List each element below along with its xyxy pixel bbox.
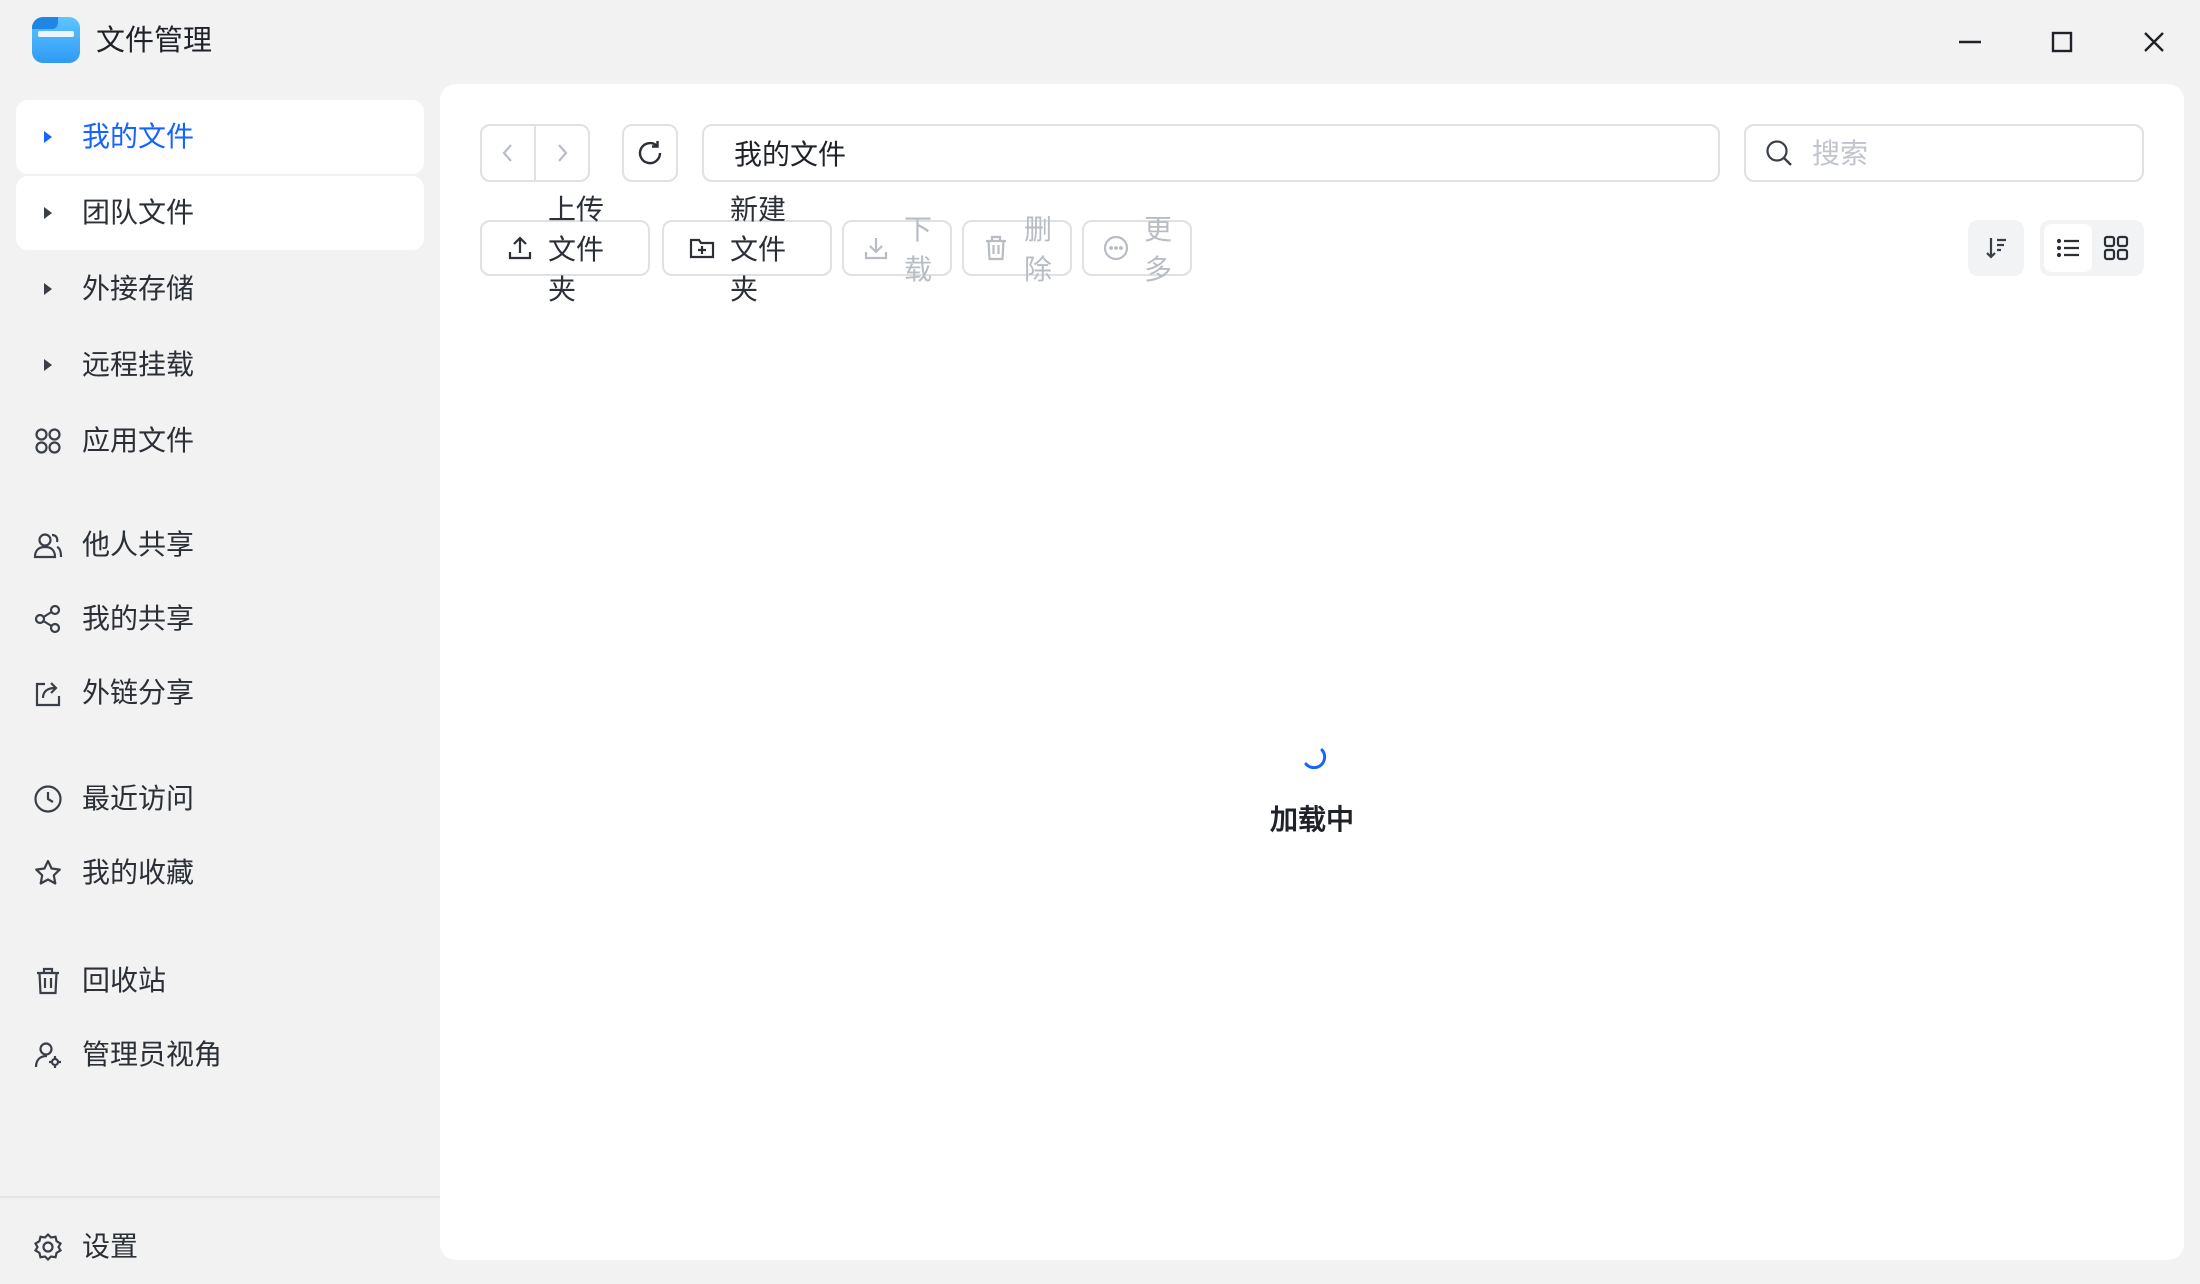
refresh-button[interactable] [622, 124, 678, 182]
sidebar-item-link-shares[interactable]: 外链分享 [16, 656, 424, 730]
loading-text: 加载中 [1269, 803, 1354, 836]
sort-icon [1986, 238, 2006, 259]
sidebar-item-label: 外接存储 [82, 272, 195, 305]
download-label: 下载 [904, 213, 933, 286]
apps-grid-icon [32, 425, 64, 457]
grid-icon [2103, 235, 2129, 261]
sidebar-item-label: 我的收藏 [82, 856, 195, 889]
new-folder-button[interactable]: 新建文件夹 [662, 193, 832, 306]
sort-button[interactable] [1968, 220, 2024, 276]
users-icon [32, 529, 64, 561]
sidebar-item-remote-mount[interactable]: 远程挂载 [16, 328, 424, 402]
delete-label: 删除 [1024, 213, 1053, 286]
refresh-icon [638, 141, 662, 165]
search-box[interactable] [1744, 124, 2144, 182]
delete-button[interactable]: 删除 [962, 213, 1072, 286]
trash-icon [982, 234, 1010, 262]
more-label: 更多 [1144, 213, 1173, 286]
sidebar-item-label: 我的文件 [82, 120, 195, 153]
back-button[interactable] [482, 126, 534, 180]
sidebar-item-label: 应用文件 [82, 424, 195, 457]
sidebar-item-label: 外链分享 [82, 676, 195, 709]
sidebar-item-team-files[interactable]: 团队文件 [16, 176, 424, 250]
sidebar-item-favorites[interactable]: 我的收藏 [16, 836, 424, 910]
spinner-icon [1304, 748, 1327, 770]
sidebar-item-my-files[interactable]: 我的文件 [16, 100, 424, 174]
sidebar-item-label: 我的共享 [82, 602, 195, 635]
close-icon [2144, 32, 2164, 52]
new-folder-label: 新建文件夹 [730, 193, 787, 306]
sidebar-item-label: 管理员视角 [82, 1038, 223, 1071]
maximize-button[interactable] [2040, 20, 2084, 64]
download-button[interactable]: 下载 [842, 213, 952, 286]
title-bar: 文件管理 [0, 0, 2200, 84]
sidebar-item-label: 远程挂载 [82, 348, 195, 381]
list-view-button[interactable] [2044, 224, 2092, 272]
view-toggle [2040, 220, 2144, 276]
sidebar-item-label: 最近访问 [82, 782, 195, 815]
minimize-button[interactable] [1948, 20, 1992, 64]
sidebar-divider [0, 1196, 440, 1198]
sidebar-item-my-shares[interactable]: 我的共享 [16, 582, 424, 656]
upload-icon [506, 234, 534, 262]
search-input[interactable] [1810, 135, 2134, 171]
sidebar-item-recent[interactable]: 最近访问 [16, 762, 424, 836]
chevron-right-icon [558, 144, 568, 162]
current-path: 我的文件 [734, 138, 847, 171]
grid-view-button[interactable] [2092, 224, 2140, 272]
path-bar[interactable]: 我的文件 [702, 124, 1720, 182]
sidebar: 我的文件 团队文件 外接存储 远程挂载 应用文件 他人共享 我的共享 外链分享 … [0, 84, 440, 1276]
close-button[interactable] [2132, 20, 2176, 64]
sidebar-item-external-storage[interactable]: 外接存储 [16, 252, 424, 326]
forward-button[interactable] [536, 126, 588, 180]
app-title: 文件管理 [96, 23, 213, 57]
more-icon [1102, 234, 1130, 262]
history-nav [480, 124, 590, 182]
gear-icon [32, 1231, 64, 1263]
download-icon [862, 234, 890, 262]
list-icon [2056, 238, 2079, 258]
caret-right-icon [42, 128, 56, 146]
chevron-left-icon [502, 144, 512, 162]
folder-plus-icon [688, 234, 716, 262]
user-gear-icon [32, 1039, 64, 1071]
folder-app-icon [32, 17, 80, 63]
minimize-icon [1959, 40, 1981, 44]
sidebar-item-label: 设置 [82, 1230, 139, 1263]
trash-icon [32, 965, 64, 997]
caret-right-icon [42, 204, 56, 222]
star-icon [32, 857, 64, 889]
caret-right-icon [42, 280, 56, 298]
link-share-icon [32, 677, 64, 709]
sidebar-item-settings[interactable]: 设置 [16, 1210, 424, 1284]
maximize-icon [2051, 31, 2073, 53]
clock-icon [32, 783, 64, 815]
search-icon [1766, 140, 1792, 166]
caret-right-icon [42, 356, 56, 374]
main-panel: 我的文件 上传文件夹 新建文件夹 下载 删除 更多 加载中 [440, 84, 2184, 1260]
upload-folder-label: 上传文件夹 [548, 193, 605, 306]
sidebar-item-label: 他人共享 [82, 528, 195, 561]
sidebar-item-app-files[interactable]: 应用文件 [16, 404, 424, 478]
more-button[interactable]: 更多 [1082, 213, 1192, 286]
sidebar-item-label: 团队文件 [82, 196, 195, 229]
sidebar-item-recycle-bin[interactable]: 回收站 [16, 944, 424, 1018]
sidebar-item-label: 回收站 [82, 964, 167, 997]
sidebar-item-shared-with-me[interactable]: 他人共享 [16, 508, 424, 582]
sidebar-item-admin-view[interactable]: 管理员视角 [16, 1018, 424, 1092]
share-icon [32, 603, 64, 635]
upload-folder-button[interactable]: 上传文件夹 [480, 193, 650, 306]
